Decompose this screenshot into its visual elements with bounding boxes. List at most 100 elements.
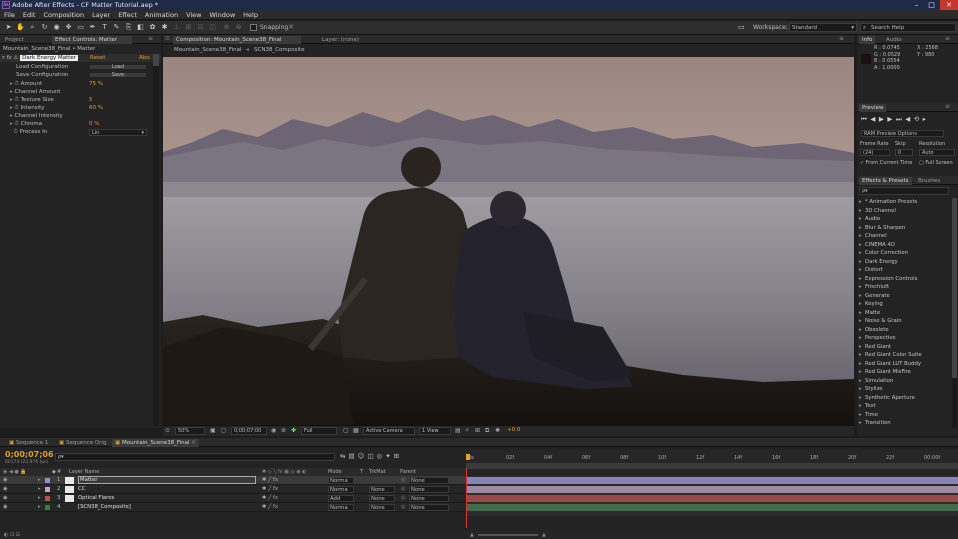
layer-trkmat-select[interactable]: None xyxy=(369,494,395,502)
layer-mode-select[interactable]: Norma xyxy=(328,476,354,484)
load-button[interactable]: Load xyxy=(89,64,147,70)
effects-category-item[interactable]: ▸ Color Correction xyxy=(859,249,908,258)
minimize-button[interactable]: – xyxy=(910,0,923,10)
close-button[interactable]: ✕ xyxy=(940,0,958,10)
layer-row[interactable]: ◉ ▸ 3 Optical Flares ✱ ╱ fx Add None ◎ None xyxy=(0,494,466,503)
layer-mode-select[interactable]: Add xyxy=(328,494,354,502)
layer-trkmat-select[interactable]: None xyxy=(369,503,395,511)
mode-header[interactable]: Mode xyxy=(328,468,342,476)
tab-project[interactable]: Project xyxy=(2,36,27,44)
tab-sequence-1[interactable]: ▣ Sequence 1 xyxy=(6,439,51,447)
effects-category-item[interactable]: ▸ Channel xyxy=(859,232,887,241)
effects-category-item[interactable]: ▸ Matte xyxy=(859,309,880,318)
expand-layer-icon[interactable]: ▸ xyxy=(38,503,41,512)
timeline-icon[interactable]: ⊞ xyxy=(475,427,480,434)
about-link[interactable]: Abo xyxy=(139,54,150,62)
full-screen-checkbox[interactable]: ▢ Full Screen xyxy=(919,159,953,167)
effects-category-item[interactable]: ▸ Generate xyxy=(859,292,890,301)
skip-select[interactable]: 0 xyxy=(895,149,913,156)
layer-label-color[interactable] xyxy=(45,504,50,510)
effects-category-item[interactable]: ▸ Simulation xyxy=(859,377,893,386)
effect-controls-scrollbar[interactable] xyxy=(153,54,159,426)
layer-switches-icons[interactable]: ✱ ╱ fx xyxy=(262,494,278,503)
video-visibility-icon[interactable]: ◉ xyxy=(3,494,8,503)
tab-composition[interactable]: Composition: Mountain_Scene38_Final xyxy=(173,36,301,44)
pick-whip-icon[interactable]: ◎ xyxy=(401,494,406,503)
menu-view[interactable]: View xyxy=(182,10,205,20)
effects-category-item[interactable]: ▸ Distort xyxy=(859,266,883,275)
texture-size-value[interactable]: 5 xyxy=(89,96,93,104)
tab-audio[interactable]: Audio xyxy=(883,36,905,44)
menu-composition[interactable]: Composition xyxy=(39,10,88,20)
reset-link[interactable]: Reset xyxy=(90,54,105,62)
effects-category-item[interactable]: ▸ Red Giant LUT Buddy xyxy=(859,360,921,369)
selection-tool-icon[interactable]: ➤ xyxy=(4,23,13,32)
pixel-aspect-icon[interactable]: ▤ xyxy=(455,427,461,434)
intensity-value[interactable]: 60 % xyxy=(89,104,103,112)
property-amount[interactable]: ▸ ⏱ Amount xyxy=(10,80,42,88)
layer-duration-bar[interactable] xyxy=(466,495,958,502)
effects-category-item[interactable]: ▸ Perspective xyxy=(859,334,896,343)
trkmat-header[interactable]: TrkMat xyxy=(369,468,386,476)
orbit-icon[interactable]: ⊕ xyxy=(222,23,231,32)
fast-previews-icon[interactable]: ⚡ xyxy=(465,427,469,434)
layer-parent-select[interactable]: None xyxy=(409,476,449,484)
composition-viewer[interactable] xyxy=(163,57,854,425)
camera-view-select[interactable]: Active Camera xyxy=(363,427,415,435)
first-frame-icon[interactable]: ⏮ xyxy=(861,115,870,123)
layer-name[interactable]: [SCN38_Composite] xyxy=(78,503,131,512)
frame-blending-icon[interactable]: ◫ xyxy=(367,452,376,460)
layer-label-color[interactable] xyxy=(45,486,50,492)
hand-tool-icon[interactable]: ✋ xyxy=(16,23,25,32)
type-tool-icon[interactable]: T xyxy=(100,23,109,32)
zoom-tool-icon[interactable]: ⌕ xyxy=(28,23,37,32)
magnification-select[interactable]: 50% xyxy=(175,427,205,435)
layer-row[interactable]: ◉ ▸ 4 [SCN38_Composite] ✱ ╱ fx Norma None ◎ None xyxy=(0,503,466,512)
effects-scrollbar[interactable] xyxy=(952,198,957,428)
menu-file[interactable]: File xyxy=(0,10,19,20)
brainstorm-icon[interactable]: ✦ xyxy=(385,452,393,460)
axis-view-icon[interactable]: ⊡ xyxy=(196,23,205,32)
video-visibility-icon[interactable]: ◉ xyxy=(3,476,8,485)
property-intensity[interactable]: ▸ ⏱ Intensity xyxy=(10,104,45,112)
layer-name[interactable]: CC xyxy=(78,485,85,494)
search-help-field[interactable]: ⌕ Search Help xyxy=(860,23,956,32)
track-xy-icon[interactable]: ⊗ xyxy=(234,23,243,32)
brush-tool-icon[interactable]: ✎ xyxy=(112,23,121,32)
transparency-grid-icon[interactable]: ▦ xyxy=(353,427,359,434)
effects-category-item[interactable]: ▸ Audio xyxy=(859,215,880,224)
pick-whip-icon[interactable]: ◎ xyxy=(401,503,406,512)
pick-whip-icon[interactable]: ◎ xyxy=(401,476,406,485)
motion-blur-icon[interactable]: ◎ xyxy=(377,452,386,460)
effects-category-item[interactable]: ▸ Red Giant xyxy=(859,343,891,352)
layer-trkmat-select[interactable]: None xyxy=(369,485,395,493)
previous-frame-icon[interactable]: ◀ xyxy=(870,115,879,123)
process-in-select[interactable]: Lin ▾ xyxy=(89,129,147,136)
shy-icon[interactable]: ☺ xyxy=(358,452,368,460)
tab-info[interactable]: Info xyxy=(859,36,876,44)
expand-layer-icon[interactable]: ▸ xyxy=(38,476,41,485)
effects-category-item[interactable]: ▸ Synthetic Aperture xyxy=(859,394,915,403)
time-ruler[interactable]: 0s 02f 04f 06f 08f 10f 12f 14f 16f 18f 20f 22f 00:00… xyxy=(466,450,958,470)
roto-brush-tool-icon[interactable]: ✿ xyxy=(148,23,157,32)
exposure-value[interactable]: +0.0 xyxy=(507,427,520,433)
snap-options-icon[interactable]: ✕ xyxy=(288,23,294,31)
chroma-value[interactable]: 0 % xyxy=(89,120,99,128)
eraser-tool-icon[interactable]: ◧ xyxy=(136,23,145,32)
tab-layer-none[interactable]: Layer: (none) xyxy=(319,36,362,44)
save-button[interactable]: Save xyxy=(89,72,147,78)
effects-category-item[interactable]: ▸ Frischluft xyxy=(859,283,889,292)
lock-icon[interactable]: ⊙ xyxy=(165,35,170,42)
rotate-tool-icon[interactable]: ↻ xyxy=(40,23,49,32)
panel-menu-icon[interactable]: ≡ xyxy=(148,35,153,42)
from-current-time-checkbox[interactable]: ✓ From Current Time xyxy=(860,159,912,167)
video-visibility-icon[interactable]: ◉ xyxy=(3,503,8,512)
effects-category-item[interactable]: ▸ Noise & Grain xyxy=(859,317,902,326)
tab-brushes[interactable]: Brushes xyxy=(915,177,943,185)
menu-effect[interactable]: Effect xyxy=(114,10,141,20)
puppet-pin-tool-icon[interactable]: ✱ xyxy=(160,23,169,32)
tab-mountain-scene[interactable]: ▣ Mountain_Scene38_Final ✕ xyxy=(112,439,199,447)
effect-header-row[interactable]: ▾ fx ⚠ Dark Energy Matter Reset Abo xyxy=(0,54,161,62)
flowchart-icon[interactable]: ⧉ xyxy=(485,427,489,435)
layer-duration-bar[interactable] xyxy=(466,486,958,493)
